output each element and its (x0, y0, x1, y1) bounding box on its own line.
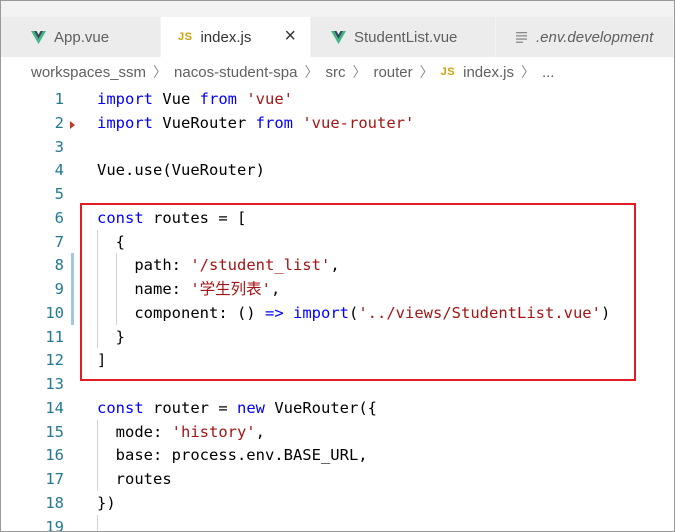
line-number: 14 (45, 398, 64, 417)
chevron-right-icon: 〉 (304, 64, 319, 80)
line-number: 4 (54, 161, 64, 180)
code-text: { (97, 232, 125, 251)
code-text: name: '学生列表', (97, 280, 281, 298)
vue-icon (31, 30, 46, 44)
chevron-right-icon: 〉 (153, 64, 168, 80)
tab-label: App.vue (54, 28, 110, 46)
code-text: ] (97, 351, 107, 370)
code-line[interactable]: 2 import VueRouter from 'vue-router' (1, 111, 674, 135)
code-line[interactable]: 18}) (1, 491, 674, 515)
code-line[interactable]: 13 (1, 372, 674, 396)
line-number: 1 (54, 90, 64, 108)
chevron-right-icon: 〉 (352, 64, 367, 80)
code-line[interactable]: 6 const routes = [ (1, 206, 674, 230)
line-number: 12 (45, 351, 64, 370)
line-number: 18 (45, 493, 64, 512)
line-number: 13 (45, 375, 64, 393)
breadcrumb: workspaces_ssm 〉 nacos-student-spa 〉 src… (31, 61, 554, 83)
breadcrumb-ellipsis[interactable]: ... (542, 64, 555, 81)
line-number: 9 (54, 280, 64, 298)
tab-bar: App.vue JS index.js × StudentList.vue .e… (1, 1, 674, 57)
code-line[interactable]: 15 mode: 'history', (1, 420, 674, 444)
line-number: 16 (45, 446, 64, 465)
code-text: import Vue from 'vue' (97, 90, 294, 108)
code-text: const router = new VueRouter({ (97, 398, 377, 417)
tab-studentlist-vue[interactable]: StudentList.vue (311, 17, 496, 57)
indent-guide (97, 419, 98, 491)
line-number: 7 (54, 232, 64, 251)
indent-guide (97, 229, 98, 349)
code-line[interactable]: 12] (1, 348, 674, 372)
code-line[interactable]: 5 (1, 182, 674, 206)
tab-label: StudentList.vue (354, 28, 458, 46)
tab-app-vue[interactable]: App.vue (1, 17, 161, 57)
line-number: 11 (45, 327, 64, 346)
tab-index-js[interactable]: JS index.js × (161, 17, 311, 57)
line-number: 15 (45, 422, 64, 441)
modified-lines-indicator[interactable] (71, 253, 74, 325)
tab-label: .env.development (536, 28, 654, 46)
code-editor[interactable]: 1 import Vue from 'vue' 2 import VueRouter … (1, 85, 674, 531)
line-number: 5 (54, 185, 64, 203)
code-line[interactable]: 3 (1, 135, 674, 159)
line-number: 3 (54, 137, 64, 156)
gutter-marker-icon[interactable] (70, 120, 75, 129)
code-text: import VueRouter from 'vue-router' (97, 113, 415, 132)
line-number: 10 (45, 303, 64, 322)
code-text: Vue.use(VueRouter) (97, 161, 265, 180)
code-line[interactable]: 17 routes (1, 467, 674, 491)
chevron-right-icon: 〉 (419, 64, 434, 80)
code-text: } (97, 327, 125, 346)
code-text: }) (97, 493, 116, 512)
code-line[interactable]: 4 Vue.use(VueRouter) (1, 158, 674, 182)
chevron-right-icon: 〉 (520, 64, 535, 80)
code-text: path: '/student_list', (97, 256, 340, 275)
line-number: 19 (45, 517, 64, 532)
breadcrumb-file[interactable]: index.js (463, 64, 514, 81)
code-line[interactable]: 19 (1, 515, 674, 532)
code-line[interactable]: 9 name: '学生列表', (1, 277, 674, 301)
indent-guide (97, 514, 98, 531)
line-number: 8 (54, 256, 64, 275)
code-line[interactable]: 16 base: process.env.BASE_URL, (1, 443, 674, 467)
code-text: base: process.env.BASE_URL, (97, 446, 368, 465)
code-line[interactable]: 8 path: '/student_list', (1, 253, 674, 277)
code-line[interactable]: 7 { (1, 230, 674, 254)
code-text: mode: 'history', (97, 422, 265, 441)
tab-label: index.js (200, 28, 252, 46)
line-number: 2 (54, 113, 64, 132)
line-number: 17 (45, 470, 64, 488)
breadcrumb-item[interactable]: src (325, 64, 345, 81)
code-text: const routes = [ (97, 208, 247, 227)
code-line[interactable]: 1 import Vue from 'vue' (1, 87, 674, 111)
breadcrumb-item[interactable]: nacos-student-spa (174, 64, 297, 81)
line-number: 6 (54, 208, 64, 227)
close-icon[interactable]: × (284, 25, 296, 47)
tab-env-development[interactable]: .env.development (496, 17, 674, 57)
code-text: component: () => import('../views/Studen… (97, 303, 611, 322)
editor-window: App.vue JS index.js × StudentList.vue .e… (0, 0, 675, 532)
js-icon: JS (178, 31, 193, 43)
code-line[interactable]: 10 component: () => import('../views/Stu… (1, 301, 674, 325)
breadcrumb-item[interactable]: router (373, 64, 412, 81)
vue-icon (331, 30, 346, 44)
breadcrumb-item[interactable]: workspaces_ssm (31, 64, 146, 81)
indent-guide (115, 253, 117, 325)
js-icon: JS (440, 66, 456, 78)
code-text: routes (97, 470, 172, 488)
code-line[interactable]: 14 const router = new VueRouter({ (1, 396, 674, 420)
code-line[interactable]: 11 } (1, 325, 674, 349)
file-lines-icon (516, 31, 528, 43)
